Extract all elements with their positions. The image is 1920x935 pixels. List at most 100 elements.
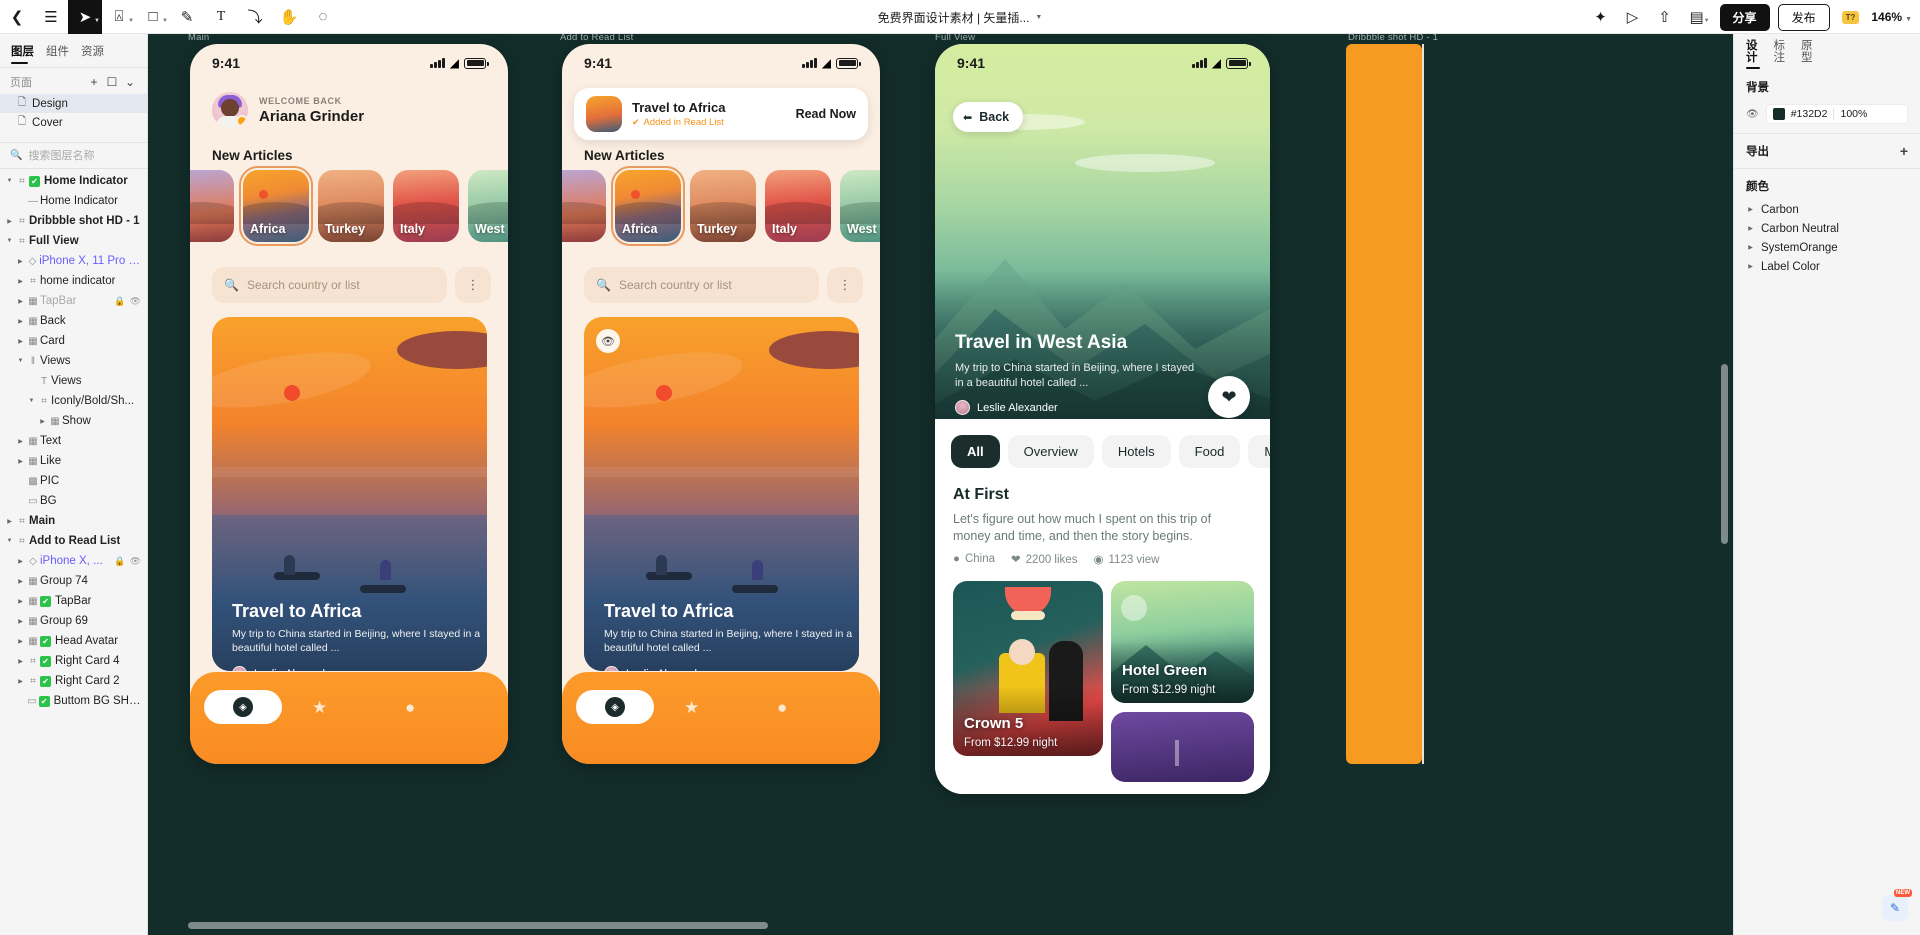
tab-profile[interactable]: ● <box>777 698 787 718</box>
visibility-checkbox[interactable]: ✔ <box>40 655 51 667</box>
chip-all[interactable]: All <box>951 435 1000 468</box>
country-card-west[interactable]: West <box>468 170 508 242</box>
share-button[interactable]: 分享 <box>1719 3 1770 31</box>
eye-icon[interactable]: 👁 <box>1746 109 1759 120</box>
chevron-right-icon[interactable]: ▶ <box>15 618 26 625</box>
color-opacity-value[interactable]: 100% <box>1840 108 1867 120</box>
chevron-right-icon[interactable]: ▶ <box>37 418 48 425</box>
country-card-prev[interactable] <box>562 170 606 242</box>
filter-button[interactable]: ⋮ <box>827 267 863 303</box>
layer-row[interactable]: ▶ ▦ Group 74 <box>0 571 147 591</box>
chevron-right-icon[interactable]: ▶ <box>1746 263 1755 270</box>
color-hex-value[interactable]: #132D2 <box>1791 108 1835 120</box>
country-card-italy[interactable]: Italy <box>393 170 459 242</box>
chevron-right-icon[interactable]: ▶ <box>15 258 26 265</box>
category-chips[interactable]: All Overview Hotels Food Me <box>951 435 1270 468</box>
read-now-button[interactable]: Read Now <box>796 107 856 121</box>
chevron-right-icon[interactable]: ▶ <box>15 598 26 605</box>
chevron-right-icon[interactable]: ▶ <box>1746 244 1755 251</box>
page-item-cover[interactable]: 🗋 Cover <box>0 113 147 132</box>
layer-row[interactable]: ▶ ◇ iPhone X, ... 🔒 👁 <box>0 551 147 571</box>
chip-hotels[interactable]: Hotels <box>1101 435 1171 468</box>
layer-row[interactable]: ▶ ▦ Group 69 <box>0 611 147 631</box>
filter-button[interactable]: ⋮ <box>455 267 491 303</box>
phone-main-frame[interactable]: 9:41 ◢ WELCOME BACK Ariana Grinder New A… <box>190 44 508 764</box>
color-swatch[interactable] <box>1772 108 1785 120</box>
layer-row[interactable]: ▶ ⌗ Main <box>0 511 147 531</box>
layout-panel-icon[interactable]: ▤ ▼ <box>1682 0 1712 34</box>
path-tool[interactable]: ⤵ <box>238 0 272 34</box>
color-swatch-box[interactable]: #132D2 100% <box>1765 104 1908 124</box>
layer-row[interactable]: ▶TViews <box>0 371 147 391</box>
play-icon[interactable]: ▷ <box>1618 0 1648 34</box>
shape-tool[interactable]: □ ▼ <box>136 0 170 34</box>
artboard-label-main[interactable]: Main <box>188 34 209 43</box>
chevron-right-icon[interactable]: ▶ <box>15 298 26 305</box>
translate-badge[interactable]: T? <box>1841 10 1860 24</box>
publish-button[interactable]: 发布 <box>1777 3 1830 31</box>
tab-favorites[interactable]: ★ <box>312 698 327 718</box>
tab-explore[interactable]: ◈ <box>576 690 654 724</box>
country-cards-row[interactable]: Africa Turkey Italy West <box>190 166 508 246</box>
chevron-right-icon[interactable]: ▶ <box>1746 225 1755 232</box>
page-item-design[interactable]: 🗋 Design <box>0 94 147 113</box>
chevron-right-icon[interactable]: ▶ <box>15 438 26 445</box>
artboard-label-add-to-read-list[interactable]: Add to Read List <box>560 34 633 43</box>
chevron-down-icon[interactable]: ▼ <box>1035 14 1042 21</box>
chevron-down-icon[interactable]: ▼ <box>4 178 15 184</box>
layer-row[interactable]: ▼ ⌗ ✔ Home Indicator <box>0 171 147 191</box>
country-card-prev[interactable] <box>190 170 234 242</box>
country-card-turkey[interactable]: Turkey <box>690 170 756 242</box>
country-card-africa[interactable]: Africa <box>611 166 685 246</box>
hero-card-main[interactable]: Travel to Africa My trip to China starte… <box>212 317 487 671</box>
layer-row[interactable]: ▶ ⌗ home indicator <box>0 271 147 291</box>
layer-row[interactable]: ▶ ▦ Back <box>0 311 147 331</box>
layer-row[interactable]: ▶ ▦ Text <box>0 431 147 451</box>
color-style-item[interactable]: ▶ Carbon <box>1746 200 1908 219</box>
document-title[interactable]: 免费界面设计素材 | 矢量插... ▼ <box>878 9 1043 26</box>
country-card-turkey[interactable]: Turkey <box>318 170 384 242</box>
chevron-right-icon[interactable]: ▶ <box>15 338 26 345</box>
chevron-down-icon[interactable]: ▼ <box>4 538 15 544</box>
tab-annotation[interactable]: 标 注 <box>1774 40 1786 70</box>
hamburger-menu-icon[interactable]: ☰ <box>34 0 68 34</box>
color-style-item[interactable]: ▶ Label Color <box>1746 257 1908 276</box>
search-input[interactable]: 🔍 Search country or list <box>584 267 819 303</box>
visibility-checkbox[interactable]: ✔ <box>40 635 51 647</box>
country-cards-row[interactable]: Africa Turkey Italy West <box>562 166 880 246</box>
layer-row[interactable]: ▼ ⌗ Add to Read List <box>0 531 147 551</box>
layer-row[interactable]: ▶ ⌗ Dribbble shot HD - 1 <box>0 211 147 231</box>
chevron-right-icon[interactable]: ▶ <box>15 658 26 665</box>
country-card-west[interactable]: West <box>840 170 880 242</box>
canvas-vertical-scrollbar[interactable] <box>1721 364 1728 544</box>
chevron-right-icon[interactable]: ▶ <box>15 558 26 565</box>
canvas-horizontal-scrollbar[interactable] <box>188 922 768 929</box>
chevron-right-icon[interactable]: ▶ <box>15 638 26 645</box>
visibility-checkbox[interactable]: ✔ <box>38 695 50 707</box>
hotel-card-next[interactable] <box>1111 712 1254 782</box>
lock-icon[interactable]: 🔒 <box>114 556 125 567</box>
layer-row[interactable]: ▶ ▦ Show <box>0 411 147 431</box>
artboard-label-dribbble-shot[interactable]: Dribbble shot HD - 1 <box>1348 34 1438 43</box>
plus-icon[interactable]: + <box>1900 143 1908 159</box>
frame-tool[interactable]: ⍓ ▼ <box>102 0 136 34</box>
tab-resources[interactable]: 资源 <box>78 40 113 65</box>
eye-badge-button[interactable]: 👁 <box>596 329 620 353</box>
layer-row[interactable]: ▶ ▦ ✔ TapBar <box>0 591 147 611</box>
hidden-eye-icon[interactable]: 👁 <box>130 296 141 307</box>
plugin-icon[interactable]: ✦ <box>1586 0 1616 34</box>
lock-icon[interactable]: 🔒 <box>114 296 125 307</box>
tab-prototype[interactable]: 原 型 <box>1801 40 1813 70</box>
layer-row[interactable]: ▶▭✔Buttom BG SHA... <box>0 691 147 711</box>
layer-row[interactable]: ▶—Home Indicator <box>0 191 147 211</box>
chevron-down-icon[interactable]: ▼ <box>4 238 15 244</box>
whats-new-button[interactable]: ✎ NEW <box>1882 889 1912 921</box>
chevron-down-icon[interactable]: ▼ <box>26 398 37 404</box>
dribbble-shot-backdrop[interactable] <box>1346 44 1422 764</box>
tab-components[interactable]: 组件 <box>43 40 78 65</box>
back-button[interactable]: ⬅ Back <box>953 102 1024 132</box>
color-style-item[interactable]: ▶ Carbon Neutral <box>1746 219 1908 238</box>
layer-row[interactable]: ▶▭BG <box>0 491 147 511</box>
color-style-item[interactable]: ▶ SystemOrange <box>1746 238 1908 257</box>
folder-icon[interactable]: ☐ <box>103 75 121 89</box>
